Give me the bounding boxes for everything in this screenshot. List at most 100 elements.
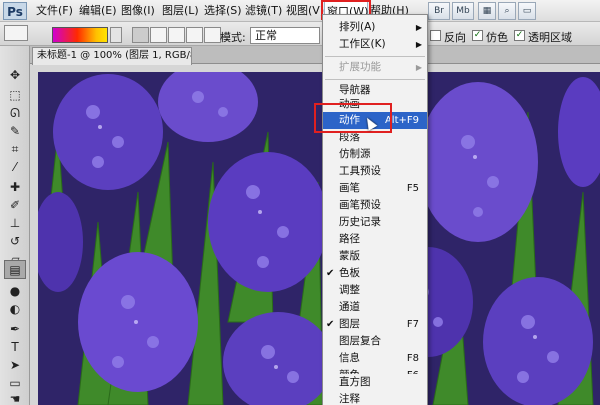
menu-item-brush[interactable]: 画笔 F5 — [323, 180, 427, 197]
menu-select[interactable]: 选择(S) — [204, 0, 242, 22]
quick-select-icon[interactable]: ✎ — [4, 122, 26, 141]
healing-icon[interactable]: ✚ — [4, 178, 26, 197]
menu-item-label: 色板 — [339, 267, 360, 279]
angle-gradient-icon[interactable] — [168, 27, 185, 43]
type-icon[interactable]: T — [4, 338, 26, 357]
linear-gradient-icon[interactable] — [132, 27, 149, 43]
minibridge-button[interactable]: Mb — [452, 2, 474, 20]
menu-item-info[interactable]: 信息 F8 — [323, 350, 427, 367]
marquee-icon[interactable]: ⬚ — [4, 86, 26, 105]
menu-item-brush-presets[interactable]: 画笔预设 — [323, 197, 427, 214]
lasso-icon[interactable]: ᘏ — [4, 104, 26, 123]
mode-label: 模式: — [220, 31, 246, 44]
menu-item-label: 工作区(K) — [339, 38, 386, 50]
menu-item-label: 直方图 — [339, 376, 371, 388]
photoshop-logo: Ps — [3, 2, 27, 20]
blur-icon[interactable]: ● — [4, 282, 26, 301]
menu-item-label: 扩展功能 — [339, 61, 381, 73]
menu-item-layers[interactable]: ✔ 图层 F7 — [323, 316, 427, 333]
submenu-arrow-icon: ▶ — [415, 63, 422, 72]
submenu-arrow-icon: ▶ — [415, 40, 422, 49]
gradient-swatch[interactable] — [52, 27, 108, 43]
menu-item-masks[interactable]: 蒙版 — [323, 248, 427, 265]
menu-item-label: 排列(A) — [339, 21, 376, 33]
dither-label: 仿色 — [486, 31, 508, 44]
menu-item-label: 蒙版 — [339, 250, 360, 262]
menu-item-shortcut: F5 — [406, 183, 419, 194]
menu-item-label: 路径 — [339, 233, 360, 245]
menu-item-arrange[interactable]: 排列(A) ▶ — [323, 19, 427, 36]
arrange-icon[interactable]: ▭ — [518, 2, 536, 20]
menu-item-label: 信息 — [339, 352, 360, 364]
menu-item-label: 仿制源 — [339, 148, 371, 160]
eyedropper-icon[interactable]: ⁄ — [4, 158, 26, 177]
menu-item-label: 导航器 — [339, 84, 371, 96]
tool-preset-picker[interactable] — [4, 25, 28, 41]
submenu-arrow-icon: ▶ — [415, 23, 422, 32]
menu-edit[interactable]: 编辑(E) — [79, 0, 117, 22]
menu-separator — [325, 56, 425, 57]
menu-file[interactable]: 文件(F) — [36, 0, 73, 22]
grid-view-icon[interactable]: ▦ — [478, 2, 496, 20]
menu-item-label: 工具预设 — [339, 165, 381, 177]
menu-item-label: 历史记录 — [339, 216, 381, 228]
brush-icon[interactable]: ✐ — [4, 196, 26, 215]
menu-item-tool-presets[interactable]: 工具预设 — [323, 163, 427, 180]
reflected-gradient-icon[interactable] — [186, 27, 203, 43]
crop-icon[interactable]: ⌗ — [4, 140, 26, 159]
menu-bar: Ps 文件(F) 编辑(E) 图像(I) 图层(L) 选择(S) 滤镜(T) 视… — [0, 0, 600, 22]
transparency-checkbox[interactable]: ✓ — [514, 30, 525, 41]
menu-filter[interactable]: 滤镜(T) — [245, 0, 282, 22]
reverse-checkbox[interactable] — [430, 30, 441, 41]
dodge-icon[interactable]: ◐ — [4, 300, 26, 319]
gradient-icon[interactable]: ▤ — [4, 260, 26, 279]
menu-item-histogram[interactable]: 直方图 — [323, 374, 427, 391]
checkmark-icon: ✔ — [326, 268, 335, 279]
checkmark-icon: ✔ — [326, 319, 335, 330]
menu-item-label: 图层 — [339, 318, 360, 330]
menu-item-clone-source[interactable]: 仿制源 — [323, 146, 427, 163]
menu-view[interactable]: 视图(V) — [286, 0, 324, 22]
tools-panel: ✥ ⬚ ᘏ ✎ ⌗ ⁄ ✚ ✐ ⊥ ↺ ▱ ▤ ● ◐ ✒ T ➤ ▭ ☚ — [0, 46, 30, 405]
menu-item-notes[interactable]: 注释 — [323, 391, 427, 405]
menu-item-workspace[interactable]: 工作区(K) ▶ — [323, 36, 427, 53]
photoshop-window: Ps 文件(F) 编辑(E) 图像(I) 图层(L) 选择(S) 滤镜(T) 视… — [0, 0, 600, 405]
menu-item-label: 调整 — [339, 284, 360, 296]
menu-item-label: 画笔预设 — [339, 199, 381, 211]
gradient-dropdown-arrow-icon[interactable] — [110, 27, 122, 43]
reverse-label: 反向 — [444, 31, 466, 44]
transparency-label: 透明区域 — [528, 31, 572, 44]
menu-item-shortcut: F8 — [406, 353, 419, 364]
menu-separator — [325, 79, 425, 80]
menu-item-swatches[interactable]: ✔ 色板 — [323, 265, 427, 282]
menu-item-history[interactable]: 历史记录 — [323, 214, 427, 231]
menu-item-label: 画笔 — [339, 182, 360, 194]
move-icon[interactable]: ✥ — [4, 66, 26, 85]
pen-icon[interactable]: ✒ — [4, 320, 26, 339]
zoom-icon[interactable]: ⌕ — [498, 2, 516, 20]
dither-checkbox[interactable]: ✓ — [472, 30, 483, 41]
diamond-gradient-icon[interactable] — [204, 27, 221, 43]
menu-item-label: 图层复合 — [339, 335, 381, 347]
menu-image[interactable]: 图像(I) — [121, 0, 155, 22]
menu-item-label: 注释 — [339, 393, 360, 405]
radial-gradient-icon[interactable] — [150, 27, 167, 43]
menu-item-paths[interactable]: 路径 — [323, 231, 427, 248]
menu-item-label: 通道 — [339, 301, 360, 313]
hand-icon[interactable]: ☚ — [4, 390, 26, 405]
menu-item-extensions: 扩展功能 ▶ — [323, 59, 427, 76]
menu-item-layer-comps[interactable]: 图层复合 — [323, 333, 427, 350]
menu-layer[interactable]: 图层(L) — [162, 0, 199, 22]
document-tab[interactable]: 未标题-1 @ 100% (图层 1, RGB/8) * — [32, 47, 192, 65]
mode-select[interactable]: 正常 — [250, 27, 320, 44]
window-menu-dropdown: 排列(A) ▶ 工作区(K) ▶ 扩展功能 ▶ 导航器 动画 动作 Alt+F9… — [322, 14, 428, 405]
bridge-button[interactable]: Br — [428, 2, 450, 20]
menu-item-channels[interactable]: 通道 — [323, 299, 427, 316]
document-tab-title: 未标题-1 @ 100% (图层 1, RGB/8) * — [37, 50, 192, 61]
menu-item-shortcut: F7 — [406, 319, 419, 330]
stamp-icon[interactable]: ⊥ — [4, 214, 26, 233]
path-select-icon[interactable]: ➤ — [4, 356, 26, 375]
history-brush-icon[interactable]: ↺ — [4, 232, 26, 251]
actions-annotation-box — [314, 103, 392, 133]
menu-item-adjustments[interactable]: 调整 — [323, 282, 427, 299]
